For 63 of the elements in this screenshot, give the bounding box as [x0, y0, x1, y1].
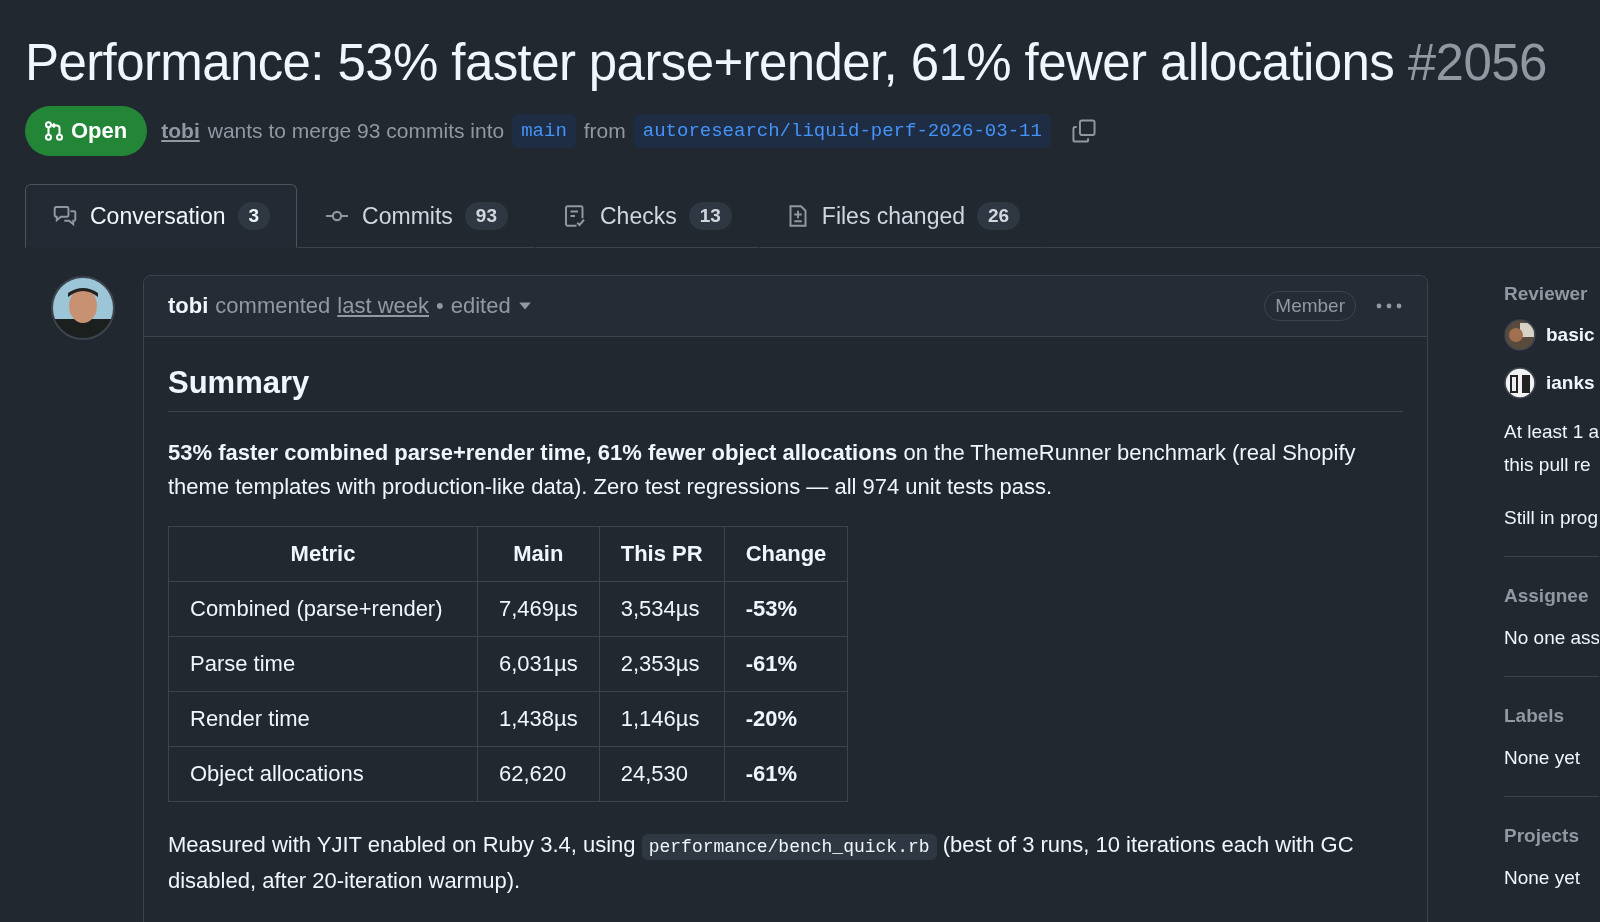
sidebar-heading[interactable]: Assignee: [1504, 585, 1599, 607]
status-badge: Open: [25, 106, 148, 156]
section-heading: Summary: [168, 363, 1403, 412]
pr-title: Performance: 53% faster parse+render, 61% fewer allocations: [25, 34, 1395, 91]
tab[interactable]: Conversation 3: [25, 184, 298, 248]
table-cell: 1,438µs: [477, 691, 600, 747]
pull-request-icon: [43, 119, 65, 143]
sidebar-text: None yet: [1504, 746, 1582, 770]
checklist-icon: [562, 204, 588, 228]
caret-icon[interactable]: [517, 301, 532, 311]
table-cell: Parse time: [168, 636, 478, 692]
table-cell: 7,469µs: [477, 581, 600, 637]
tab-counter: 93: [464, 202, 508, 230]
tab-counter: 3: [237, 202, 271, 230]
pr-number: #2056: [1407, 34, 1547, 91]
table-cell: -20%: [724, 691, 848, 747]
edited-label[interactable]: edited: [450, 293, 511, 319]
tab[interactable]: Checks 13: [535, 184, 759, 248]
table-cell: 1,146µs: [599, 691, 725, 747]
tab[interactable]: Files changed 26: [758, 184, 1048, 248]
timestamp-link[interactable]: last week: [337, 293, 429, 319]
tab-counter: 13: [688, 202, 732, 230]
tab-counter: 26: [977, 202, 1021, 230]
more-icon[interactable]: [1375, 302, 1403, 310]
table-cell: 6,031µs: [477, 636, 600, 692]
comment-action: commented: [215, 293, 331, 319]
column-header: This PR: [599, 526, 725, 582]
table-cell: -61%: [724, 636, 848, 692]
reviewer-name[interactable]: basic: [1546, 324, 1595, 346]
table-cell: 3,534µs: [599, 581, 725, 637]
from-label: from: [583, 119, 626, 143]
note-paragraph: Measured with YJIT enabled on Ruby 3.4, using performance/bench_quick.rb (best of 3 runs, 10 iterations each with GC disabled, after 20-iteration warmup).: [168, 831, 1355, 895]
sidebar-text: At least 1 a: [1504, 420, 1599, 444]
sidebar-text: None yet: [1504, 866, 1582, 890]
reviewer-name[interactable]: ianks: [1546, 372, 1595, 394]
column-header: Main: [477, 526, 600, 582]
table-cell: -61%: [724, 746, 848, 802]
table-cell: -53%: [724, 581, 848, 637]
table-cell: Object allocations: [168, 746, 478, 802]
sidebar-text: this pull re: [1504, 453, 1592, 477]
merge-description: wants to merge 93 commits into: [207, 119, 505, 143]
separator-dot: •: [436, 293, 444, 319]
table-cell: 2,353µs: [599, 636, 725, 692]
sidebar-heading[interactable]: Labels: [1504, 705, 1599, 727]
head-branch[interactable]: autoresearch/liquid-perf-2026-03-11: [633, 114, 1051, 148]
tab[interactable]: Commits 93: [297, 184, 535, 248]
author-link[interactable]: tobi: [161, 119, 200, 143]
comment-author[interactable]: tobi: [168, 293, 209, 319]
table-cell: Combined (parse+render): [168, 581, 478, 637]
sidebar-text: No one ass: [1504, 626, 1599, 650]
speech-bubbles-icon: [52, 205, 78, 227]
sidebar-heading[interactable]: Projects: [1504, 825, 1599, 847]
sidebar-heading[interactable]: Reviewer: [1504, 283, 1599, 305]
sidebar-text: Still in prog: [1504, 506, 1599, 530]
column-header: Change: [724, 526, 848, 582]
inline-code: performance/bench_quick.rb: [641, 834, 937, 860]
column-header: Metric: [168, 526, 478, 582]
summary-paragraph: 53% faster combined parse+render time, 61% fewer object allocations on the ThemeRunner benchmark (real Shopify theme templates with production-like data). Zero test regressions — all 974 unit tests pass.: [168, 439, 1357, 501]
copy-icon[interactable]: [1070, 118, 1097, 144]
base-branch[interactable]: main: [512, 114, 576, 148]
table-cell: 62,620: [477, 746, 600, 802]
table-cell: 24,530: [599, 746, 725, 802]
table-cell: Render time: [168, 691, 478, 747]
